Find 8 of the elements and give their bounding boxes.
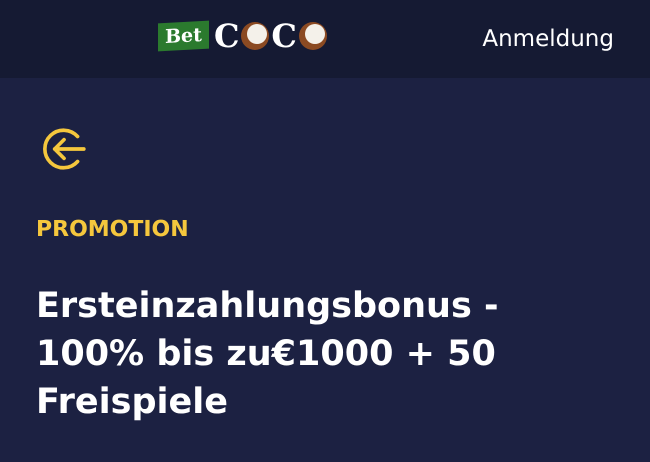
promotion-label: PROMOTION xyxy=(36,217,190,242)
coconut-icon xyxy=(240,21,270,51)
logo-badge: Bet xyxy=(158,20,209,52)
login-link[interactable]: Anmeldung xyxy=(482,26,614,52)
logo-letter: C xyxy=(271,20,297,52)
promotion-title: Ersteinzahlungsbonus - 100% bis zu€1000 + 50 Freispiele xyxy=(36,285,500,424)
coconut-icon xyxy=(298,21,328,51)
logo-letter: C xyxy=(214,20,240,52)
